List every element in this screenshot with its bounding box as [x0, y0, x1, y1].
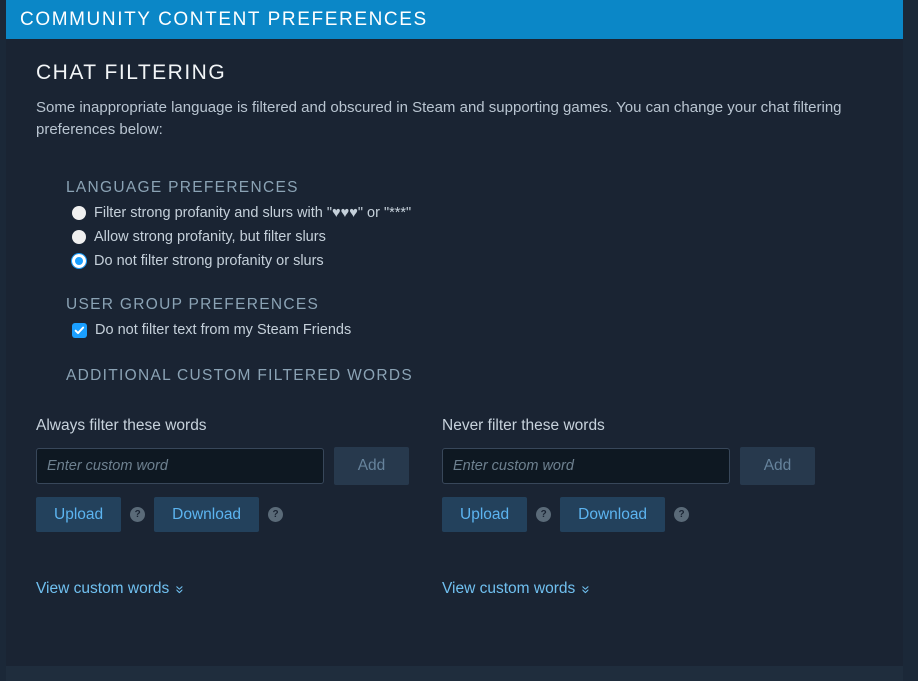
checkbox-option-steam-friends[interactable]: Do not filter text from my Steam Friends [72, 322, 873, 338]
content-panel: CHAT FILTERING Some inappropriate langua… [6, 39, 903, 666]
always-filter-word-input[interactable] [36, 448, 324, 484]
page-root: COMMUNITY CONTENT PREFERENCES CHAT FILTE… [0, 0, 918, 681]
never-filter-upload-button[interactable]: Upload [442, 497, 528, 532]
never-filter-view-custom-words-link[interactable]: View custom words » [442, 580, 595, 598]
always-filter-upload-button[interactable]: Upload [36, 497, 122, 532]
radio-option-allow-profanity-filter-slurs[interactable]: Allow strong profanity, but filter slurs [72, 229, 873, 245]
page-header-bar: COMMUNITY CONTENT PREFERENCES [6, 0, 903, 39]
never-filter-input-row: Add [442, 447, 848, 485]
bottom-strip [6, 666, 903, 681]
help-icon[interactable]: ? [268, 507, 284, 522]
never-filter-file-row: Upload ? Download ? [442, 497, 848, 532]
page-title: CHAT FILTERING [36, 61, 227, 84]
radio-option-do-not-filter[interactable]: Do not filter strong profanity or slurs [71, 253, 873, 269]
checkbox-label: Do not filter text from my Steam Friends [95, 322, 352, 338]
user-group-preferences-heading: USER GROUP PREFERENCES [66, 296, 320, 313]
custom-filtered-words-heading: ADDITIONAL CUSTOM FILTERED WORDS [66, 367, 414, 384]
custom-words-columns: Always filter these words Add Upload ? D… [36, 417, 873, 598]
radio-label: Do not filter strong profanity or slurs [94, 253, 324, 269]
intro-paragraph: Some inappropriate language is filtered … [36, 99, 842, 138]
view-custom-words-label: View custom words [36, 580, 170, 597]
language-preferences-heading: LANGUAGE PREFERENCES [66, 179, 299, 196]
radio-icon-selected[interactable] [71, 253, 87, 269]
chevron-down-icon: » [577, 584, 595, 594]
never-filter-add-button[interactable]: Add [740, 447, 815, 485]
always-filter-column: Always filter these words Add Upload ? D… [36, 417, 442, 598]
checkmark-icon[interactable] [72, 322, 87, 338]
always-filter-label: Always filter these words [36, 417, 207, 434]
radio-label: Allow strong profanity, but filter slurs [94, 229, 326, 245]
page-header-title: COMMUNITY CONTENT PREFERENCES [20, 8, 428, 30]
never-filter-word-input[interactable] [442, 448, 730, 484]
always-filter-file-row: Upload ? Download ? [36, 497, 442, 532]
radio-option-filter-profanity-and-slurs[interactable]: Filter strong profanity and slurs with "… [72, 205, 873, 221]
never-filter-download-button[interactable]: Download [560, 497, 666, 532]
always-filter-add-button[interactable]: Add [334, 447, 409, 485]
always-filter-input-row: Add [36, 447, 442, 485]
always-filter-download-button[interactable]: Download [154, 497, 260, 532]
view-custom-words-label: View custom words [442, 580, 576, 597]
never-filter-column: Never filter these words Add Upload ? Do… [442, 417, 848, 598]
never-filter-label: Never filter these words [442, 417, 605, 434]
radio-icon[interactable] [72, 230, 86, 244]
help-icon[interactable]: ? [674, 507, 690, 522]
radio-icon[interactable] [72, 206, 86, 220]
chevron-down-icon: » [171, 584, 189, 594]
always-filter-view-custom-words-link[interactable]: View custom words » [36, 580, 189, 598]
language-preferences-section: LANGUAGE PREFERENCES Filter strong profa… [66, 179, 873, 385]
radio-label: Filter strong profanity and slurs with "… [94, 205, 412, 221]
help-icon[interactable]: ? [536, 507, 552, 522]
help-icon[interactable]: ? [130, 507, 146, 522]
